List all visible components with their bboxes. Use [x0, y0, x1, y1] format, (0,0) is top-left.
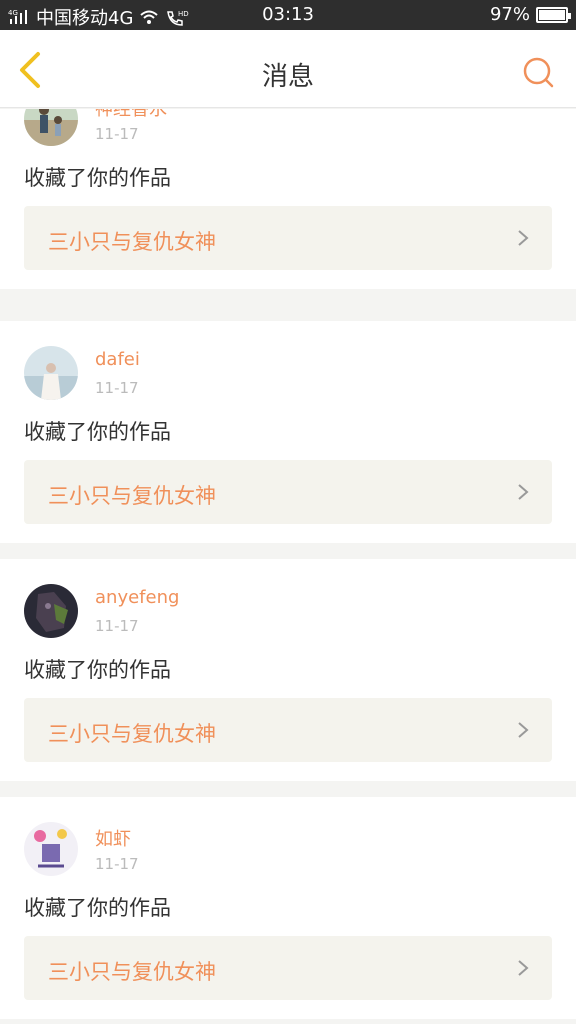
work-title: 三小只与复仇女神 [48, 230, 216, 254]
battery-percent: 97% [489, 4, 530, 25]
status-right: 97% [489, 4, 571, 25]
avatar[interactable] [24, 822, 78, 876]
avatar[interactable] [24, 109, 78, 146]
action-text: 收藏了你的作品 [24, 896, 171, 920]
work-link[interactable]: 三小只与复仇女神 [24, 936, 552, 1000]
search-icon [523, 57, 554, 88]
chevron-right-icon [518, 484, 529, 500]
message-card[interactable]: 神经香水 11-17 收藏了你的作品 三小只与复仇女神 [0, 109, 576, 289]
work-title: 三小只与复仇女神 [48, 484, 216, 508]
status-bar: 4G 中国移动4G HD 03:13 97% [0, 0, 576, 30]
avatar[interactable] [24, 584, 78, 638]
action-text: 收藏了你的作品 [24, 658, 171, 682]
work-title: 三小只与复仇女神 [48, 960, 216, 984]
username[interactable]: anyefeng [95, 587, 179, 608]
nav-bar: 消息 [0, 30, 576, 108]
message-card[interactable]: dafei 11-17 收藏了你的作品 三小只与复仇女神 [0, 321, 576, 543]
action-text: 收藏了你的作品 [24, 166, 171, 190]
action-text: 收藏了你的作品 [24, 420, 171, 444]
message-date: 11-17 [95, 855, 139, 873]
username[interactable]: 如虾 [95, 825, 131, 851]
avatar[interactable] [24, 346, 78, 400]
message-date: 11-17 [95, 617, 139, 635]
battery-icon [536, 7, 571, 23]
chevron-right-icon [518, 230, 529, 246]
message-card[interactable]: anyefeng 11-17 收藏了你的作品 三小只与复仇女神 [0, 559, 576, 781]
work-link[interactable]: 三小只与复仇女神 [24, 698, 552, 762]
page-title: 消息 [261, 62, 314, 92]
username[interactable]: dafei [95, 349, 140, 370]
message-date: 11-17 [95, 379, 139, 397]
message-date: 11-17 [95, 125, 139, 143]
username[interactable]: 神经香水 [95, 109, 167, 121]
chevron-right-icon [518, 960, 529, 976]
work-title: 三小只与复仇女神 [48, 722, 216, 746]
work-link[interactable]: 三小只与复仇女神 [24, 460, 552, 524]
chevron-right-icon [518, 722, 529, 738]
message-list[interactable]: 神经香水 11-17 收藏了你的作品 三小只与复仇女神 dafei 11-17 … [0, 109, 576, 1024]
work-link[interactable]: 三小只与复仇女神 [24, 206, 552, 270]
message-card[interactable]: 如虾 11-17 收藏了你的作品 三小只与复仇女神 [0, 797, 576, 1019]
search-button[interactable] [520, 54, 556, 90]
